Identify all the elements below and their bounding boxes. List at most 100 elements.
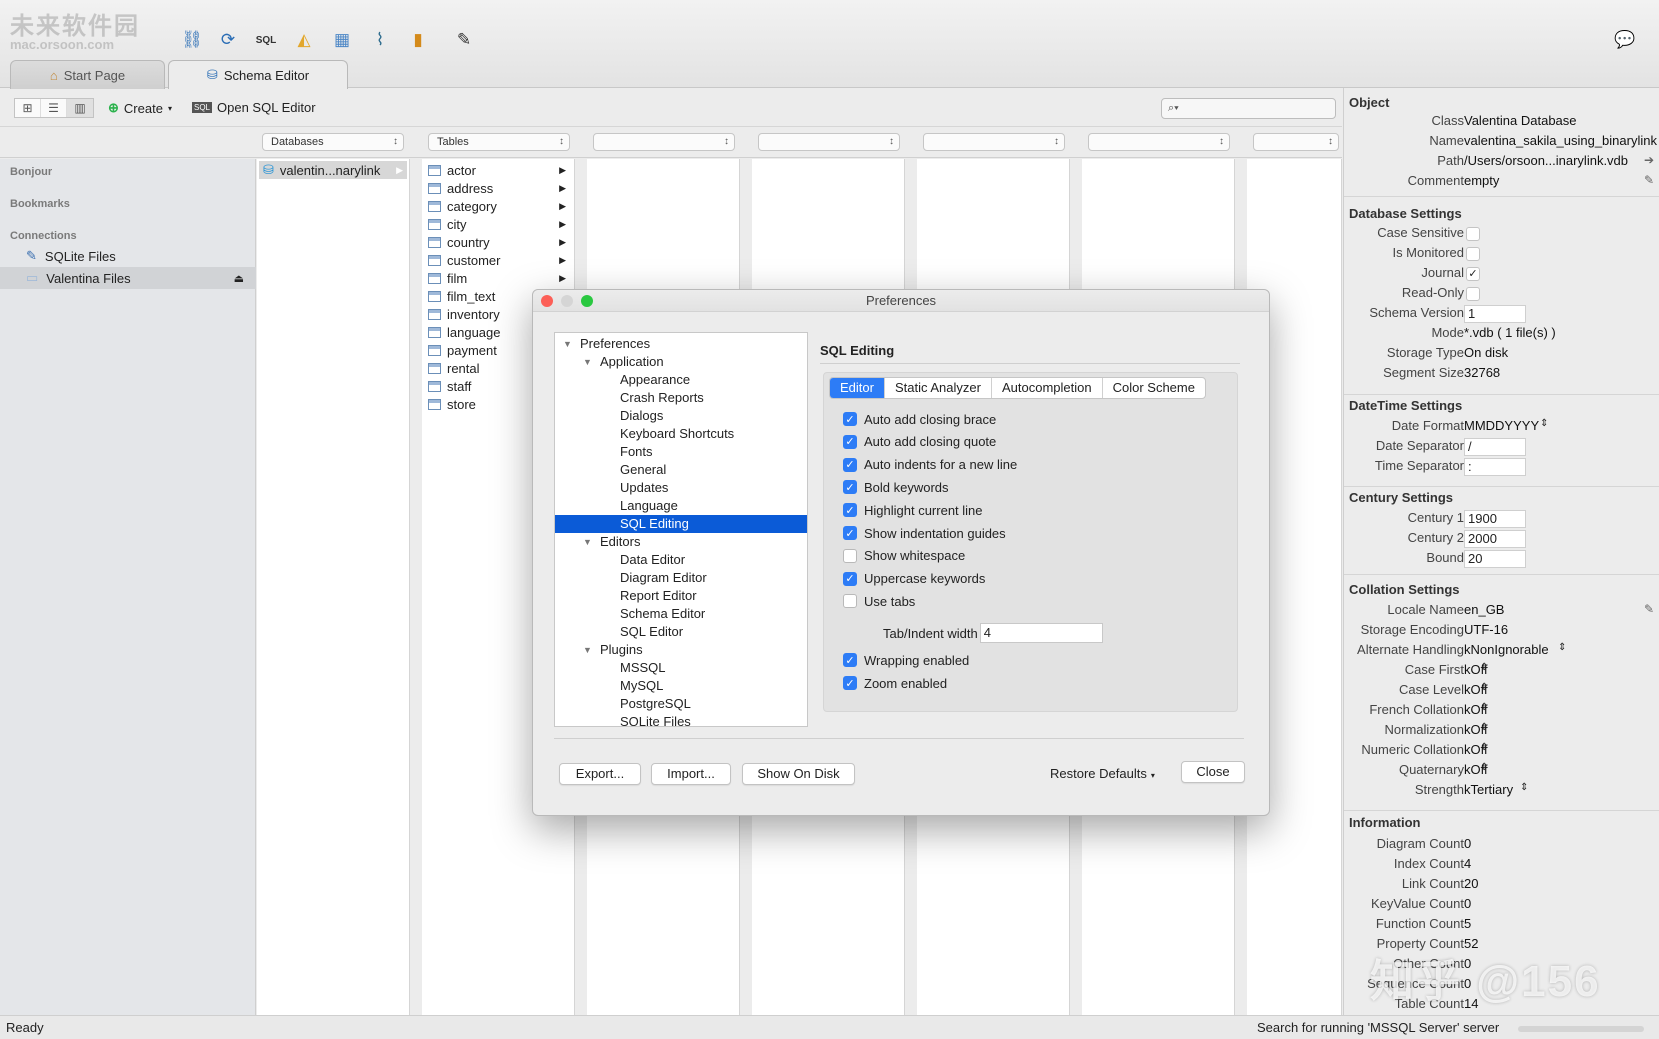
checkmark-icon[interactable]: ✓ bbox=[843, 571, 857, 586]
tree-item[interactable]: ▼ Editors bbox=[555, 533, 807, 551]
option-checkbox[interactable]: ✓ Auto indents for a new line bbox=[843, 456, 1017, 474]
export-button[interactable]: Export... bbox=[559, 763, 641, 785]
tree-item[interactable]: ▼ Plugins bbox=[555, 641, 807, 659]
option-checkbox[interactable]: ✓ Highlight current line bbox=[843, 501, 983, 519]
close-window-icon[interactable] bbox=[541, 295, 553, 307]
stepper-icon[interactable]: ⇕ bbox=[1520, 782, 1528, 793]
tables-popup[interactable]: Tables bbox=[428, 133, 570, 151]
tree-item[interactable]: Language bbox=[555, 497, 807, 515]
property-field[interactable]: 20 bbox=[1464, 550, 1526, 568]
connect-plug-icon[interactable]: ✎ bbox=[452, 28, 476, 52]
tree-item[interactable]: PostgreSQL bbox=[555, 695, 807, 713]
table-row[interactable]: address ▶ bbox=[422, 179, 572, 197]
tree-item[interactable]: ▼ Preferences bbox=[555, 335, 807, 353]
table-row[interactable]: country ▶ bbox=[422, 233, 572, 251]
expand-triangle-icon[interactable]: ▼ bbox=[563, 335, 572, 353]
column-view-icon[interactable]: ▥ bbox=[67, 99, 93, 117]
option-checkbox[interactable]: Use tabs bbox=[843, 592, 915, 610]
option-checkbox[interactable]: Show whitespace bbox=[843, 547, 965, 565]
list-view-icon[interactable]: ☰ bbox=[41, 99, 67, 117]
tree-item[interactable]: Report Editor bbox=[555, 587, 807, 605]
arrow-right-circle-icon[interactable]: ➔ bbox=[1644, 153, 1654, 167]
checkbox-empty[interactable] bbox=[843, 548, 857, 563]
checkmark-icon[interactable]: ✓ bbox=[843, 526, 857, 540]
column-popup-7[interactable] bbox=[1253, 133, 1339, 151]
stepper-icon[interactable]: ⇕ bbox=[1558, 642, 1566, 653]
restore-defaults-button[interactable]: Restore Defaults ▾ bbox=[1050, 766, 1155, 781]
tab-start-page[interactable]: ⌂ Start Page bbox=[10, 60, 165, 89]
table-row[interactable]: film ▶ bbox=[422, 269, 572, 287]
tree-item[interactable]: Diagram Editor bbox=[555, 569, 807, 587]
table-row[interactable]: customer ▶ bbox=[422, 251, 572, 269]
checkmark-icon[interactable]: ✓ bbox=[843, 457, 857, 472]
stepper-icon[interactable]: ⇕ bbox=[1480, 662, 1488, 673]
show-on-disk-button[interactable]: Show On Disk bbox=[742, 763, 855, 785]
option-checkbox[interactable]: ✓ Zoom enabled bbox=[843, 674, 947, 692]
property-field[interactable]: 1900 bbox=[1464, 510, 1526, 528]
tree-item[interactable]: Dialogs bbox=[555, 407, 807, 425]
table-row[interactable]: city ▶ bbox=[422, 215, 572, 233]
property-checkbox[interactable] bbox=[1466, 227, 1480, 241]
property-checkbox[interactable]: ✓ bbox=[1466, 267, 1480, 281]
diagram-view-icon[interactable]: ⊞ bbox=[15, 99, 41, 117]
tree-item[interactable]: Updates bbox=[555, 479, 807, 497]
checkmark-icon[interactable]: ✓ bbox=[843, 412, 857, 426]
pencil-icon[interactable]: ✎ bbox=[1644, 602, 1654, 616]
table-row[interactable]: category ▶ bbox=[422, 197, 572, 215]
tree-item[interactable]: Crash Reports bbox=[555, 389, 807, 407]
tab-width-input[interactable]: 4 bbox=[979, 623, 1103, 643]
tab-color-scheme[interactable]: Color Scheme bbox=[1103, 378, 1205, 398]
pencil-icon[interactable]: ✎ bbox=[1644, 173, 1654, 187]
property-field[interactable]: 2000 bbox=[1464, 530, 1526, 548]
tree-item[interactable]: MySQL bbox=[555, 677, 807, 695]
create-button[interactable]: ⊕ Create ▾ bbox=[108, 100, 172, 116]
table-row[interactable]: actor ▶ bbox=[422, 161, 572, 179]
column-popup-6[interactable] bbox=[1088, 133, 1230, 151]
expand-triangle-icon[interactable]: ▼ bbox=[583, 533, 592, 551]
tree-item[interactable]: MSSQL bbox=[555, 659, 807, 677]
checkmark-icon[interactable]: ✓ bbox=[843, 653, 857, 667]
ruler-icon[interactable]: ◭ bbox=[292, 28, 316, 52]
eject-icon[interactable]: ⏏ bbox=[234, 272, 244, 285]
column-popup-5[interactable] bbox=[923, 133, 1065, 151]
search-input[interactable]: ⌕▾ bbox=[1161, 98, 1336, 119]
database-item[interactable]: ⛁ valentin...narylink ▶ bbox=[259, 161, 407, 179]
open-sql-editor-button[interactable]: SQL Open SQL Editor bbox=[192, 100, 316, 115]
option-checkbox[interactable]: ✓ Show indentation guides bbox=[843, 524, 1006, 542]
zoom-window-icon[interactable] bbox=[581, 295, 593, 307]
column-popup-4[interactable] bbox=[758, 133, 900, 151]
close-button[interactable]: Close bbox=[1181, 761, 1245, 783]
sidebar-item-valentina-files[interactable]: ▭ Valentina Files ⏏ bbox=[0, 267, 256, 289]
option-checkbox[interactable]: ✓ Auto add closing quote bbox=[843, 433, 996, 451]
sync-icon[interactable]: ⟳ bbox=[216, 28, 240, 52]
tree-item[interactable]: Schema Editor bbox=[555, 605, 807, 623]
checkbox-empty[interactable] bbox=[843, 594, 857, 609]
tab-autocompletion[interactable]: Autocompletion bbox=[992, 378, 1103, 398]
tree-item[interactable]: SQLite Files bbox=[555, 713, 807, 726]
stepper-icon[interactable]: ⇕ bbox=[1480, 762, 1488, 773]
tab-editor[interactable]: Editor bbox=[830, 378, 885, 398]
tab-static-analyzer[interactable]: Static Analyzer bbox=[885, 378, 992, 398]
tree-item[interactable]: General bbox=[555, 461, 807, 479]
checkmark-icon[interactable]: ✓ bbox=[843, 503, 857, 518]
tab-schema-editor[interactable]: ⛁ Schema Editor bbox=[168, 60, 348, 89]
checkmark-icon[interactable]: ✓ bbox=[843, 480, 857, 495]
tree-item[interactable]: Appearance bbox=[555, 371, 807, 389]
sidebar-item-sqlite-files[interactable]: ✎ SQLite Files bbox=[0, 245, 256, 267]
expand-triangle-icon[interactable]: ▼ bbox=[583, 641, 592, 659]
tree-item[interactable]: Fonts bbox=[555, 443, 807, 461]
layout-icon[interactable]: ▦ bbox=[330, 28, 354, 52]
tree-item[interactable]: SQL Editor bbox=[555, 623, 807, 641]
option-checkbox[interactable]: ✓ Wrapping enabled bbox=[843, 651, 969, 669]
property-checkbox[interactable] bbox=[1466, 247, 1480, 261]
column-popup-3[interactable] bbox=[593, 133, 735, 151]
tree-item[interactable]: Data Editor bbox=[555, 551, 807, 569]
stepper-icon[interactable]: ⇕ bbox=[1480, 722, 1488, 733]
stepper-icon[interactable]: ⇕ bbox=[1480, 742, 1488, 753]
property-field[interactable]: 1 bbox=[1464, 305, 1526, 323]
property-checkbox[interactable] bbox=[1466, 287, 1480, 301]
expand-triangle-icon[interactable]: ▼ bbox=[583, 353, 592, 371]
tree-item[interactable]: Keyboard Shortcuts bbox=[555, 425, 807, 443]
chat-bubble-icon[interactable]: 💬 bbox=[1613, 28, 1637, 52]
property-field[interactable]: : bbox=[1464, 458, 1526, 476]
